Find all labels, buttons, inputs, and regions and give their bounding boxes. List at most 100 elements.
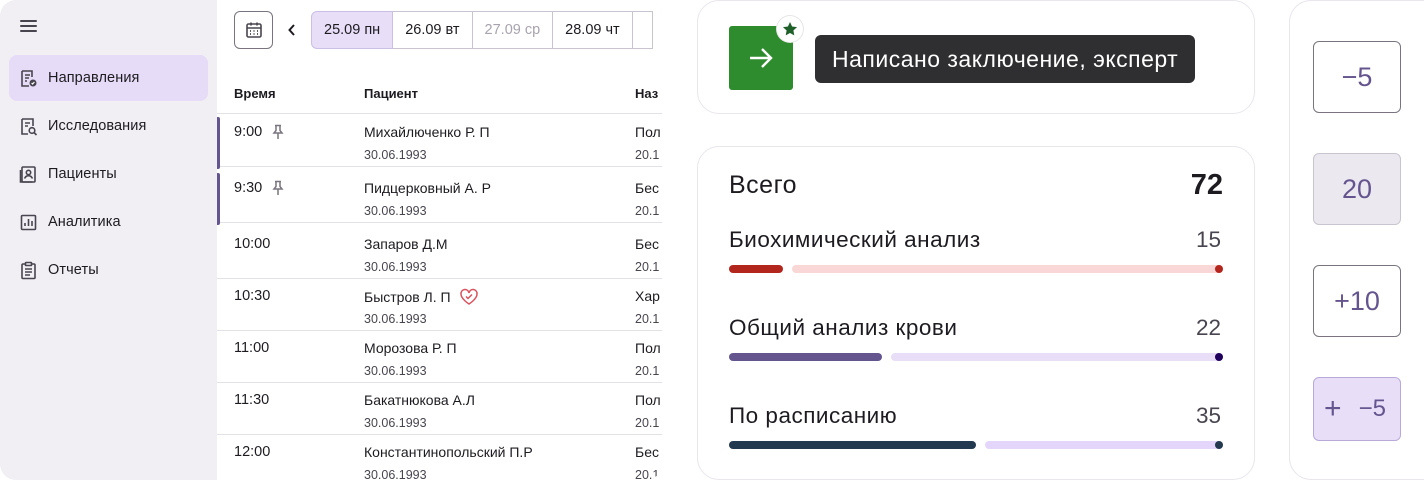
clipboard-report-icon (19, 261, 38, 280)
table-row[interactable]: 9:00 Михайлюченко Р. П 30.06.1993 Пол 20… (217, 115, 662, 169)
destination-text: Пол (635, 124, 661, 140)
patient-dob: 30.06.1993 (364, 148, 427, 162)
time-cell: 9:00 (234, 124, 284, 140)
progress-active (729, 265, 783, 273)
time-cell: 10:00 (234, 236, 270, 252)
decrement-label: −5 (1358, 395, 1386, 422)
destination-text: Пол (635, 340, 661, 356)
progress-track (792, 265, 1223, 273)
destination-date: 20.1 (635, 312, 660, 326)
patient-name: Константинопольский П.Р (364, 444, 533, 460)
sidebar-item-reports[interactable]: Отчеты (9, 247, 208, 293)
progress-stop-indicator (1215, 441, 1223, 449)
chevron-left-icon (288, 24, 295, 36)
progress-bar (729, 351, 1223, 363)
time-text: 9:00 (234, 124, 263, 140)
time-text: 10:30 (234, 288, 271, 304)
analytics-chart-icon (19, 213, 38, 232)
stat-value: 35 (1195, 403, 1221, 428)
date-tab[interactable]: 28.09 чт (553, 11, 633, 49)
plus-icon: + (1324, 392, 1342, 425)
sidebar-item-research[interactable]: Исследования (9, 103, 208, 149)
patient-name: Пидцерковный А. Р (364, 180, 491, 196)
destination-date: 20.1 (635, 468, 660, 480)
calendar-button[interactable] (234, 11, 273, 49)
time-cell: 9:30 (234, 180, 284, 196)
column-header-patient[interactable]: Пациент (364, 86, 418, 101)
table-row[interactable]: 11:00 Морозова Р. П 30.06.1993 Пол 20.1 (217, 331, 662, 383)
calendar-icon (245, 22, 262, 38)
decrement-button[interactable]: −5 (1313, 41, 1401, 113)
patient-dob: 30.06.1993 (364, 312, 427, 326)
app-window: Направления Исследования Пациенты Аналит… (0, 0, 662, 480)
date-tab[interactable]: 26.09 вт (393, 11, 473, 49)
time-cell: 10:30 (234, 288, 270, 304)
patient-dob: 30.06.1993 (364, 468, 427, 480)
heart-check-icon (459, 288, 478, 305)
column-header-destination[interactable]: Наз (635, 86, 658, 101)
sidebar: Направления Исследования Пациенты Аналит… (0, 0, 217, 480)
stat-value: 22 (1195, 315, 1221, 340)
table-row[interactable]: 10:00 Запаров Д.М 30.06.1993 Бес 20.1 (217, 227, 662, 279)
schedule-panel: 25.09 пн 26.09 вт 27.09 ср 28.09 чт Врем… (217, 0, 662, 480)
arrow-right-icon (750, 48, 773, 68)
time-text: 10:00 (234, 236, 271, 252)
directions-doc-icon (19, 69, 38, 88)
table-row[interactable]: 12:00 Константинопольский П.Р 30.06.1993… (217, 435, 662, 480)
prev-week-button[interactable] (273, 11, 311, 49)
stat-label: Общий анализ крови (729, 315, 958, 340)
sidebar-item-label: Направления (48, 70, 140, 86)
stat-label: Биохимический анализ (729, 227, 981, 252)
progress-track (985, 441, 1223, 449)
table-row[interactable]: 11:30 Бакатнюкова А.Л 30.06.1993 Пол 20.… (217, 383, 662, 435)
time-text: 9:30 (234, 180, 263, 196)
sidebar-item-label: Отчеты (48, 262, 99, 278)
destination-date: 20.1 (635, 416, 660, 430)
total-label: Всего (729, 171, 798, 199)
stat-biochem: Биохимический анализ 15 (729, 227, 1223, 277)
status-card: Написано заключение, эксперт (697, 0, 1255, 114)
destination-date: 20.1 (635, 364, 660, 378)
sidebar-item-label: Исследования (48, 118, 147, 134)
pin-icon[interactable] (272, 124, 284, 140)
destination-text: Хар (635, 288, 660, 304)
patient-dob: 30.06.1993 (364, 364, 427, 378)
date-toolbar: 25.09 пн 26.09 вт 27.09 ср 28.09 чт (234, 11, 662, 49)
date-tab-partial[interactable] (632, 11, 653, 49)
progress-stop-indicator (1215, 265, 1223, 273)
sidebar-item-directions[interactable]: Направления (9, 55, 208, 101)
time-text: 12:00 (234, 444, 271, 460)
date-tab[interactable]: 25.09 пн (311, 11, 394, 49)
sidebar-item-label: Аналитика (48, 214, 121, 230)
sidebar-item-analytics[interactable]: Аналитика (9, 199, 208, 245)
sidebar-item-patients[interactable]: Пациенты (9, 151, 208, 197)
table-row[interactable]: 9:30 Пидцерковный А. Р 30.06.1993 Бес 20… (217, 171, 662, 225)
date-tab: 27.09 ср (472, 11, 554, 49)
patient-name: Запаров Д.М (364, 236, 448, 252)
destination-text: Бес (635, 180, 659, 196)
stat-schedule: По расписанию 35 (729, 403, 1223, 453)
stepper-hover-button[interactable]: + −5 (1313, 377, 1401, 441)
status-expert-icon[interactable] (729, 16, 803, 90)
table-row[interactable]: 10:30 Быстров Л. П 30.06.1993 Хар 20.1 (217, 279, 662, 331)
patient-dob: 30.06.1993 (364, 416, 427, 430)
patient-name: Быстров Л. П (364, 289, 451, 305)
destination-text: Бес (635, 236, 659, 252)
total-value: 72 (1190, 169, 1223, 201)
pin-icon[interactable] (272, 180, 284, 196)
progress-bar (729, 439, 1223, 451)
increment-button[interactable]: +10 (1313, 265, 1401, 337)
progress-track (891, 353, 1223, 361)
column-header-time[interactable]: Время (234, 86, 276, 101)
menu-icon[interactable] (18, 16, 40, 36)
patient-dob: 30.06.1993 (364, 204, 427, 218)
patient-name-cell: Быстров Л. П (364, 288, 479, 306)
destination-text: Пол (635, 392, 661, 408)
time-cell: 12:00 (234, 444, 270, 460)
table-header: Время Пациент Наз (217, 76, 662, 114)
patient-name: Морозова Р. П (364, 340, 457, 356)
progress-bar (729, 263, 1223, 275)
time-cell: 11:30 (234, 392, 269, 408)
date-tabs: 25.09 пн 26.09 вт 27.09 ср 28.09 чт (311, 11, 653, 49)
destination-text: Бес (635, 444, 659, 460)
